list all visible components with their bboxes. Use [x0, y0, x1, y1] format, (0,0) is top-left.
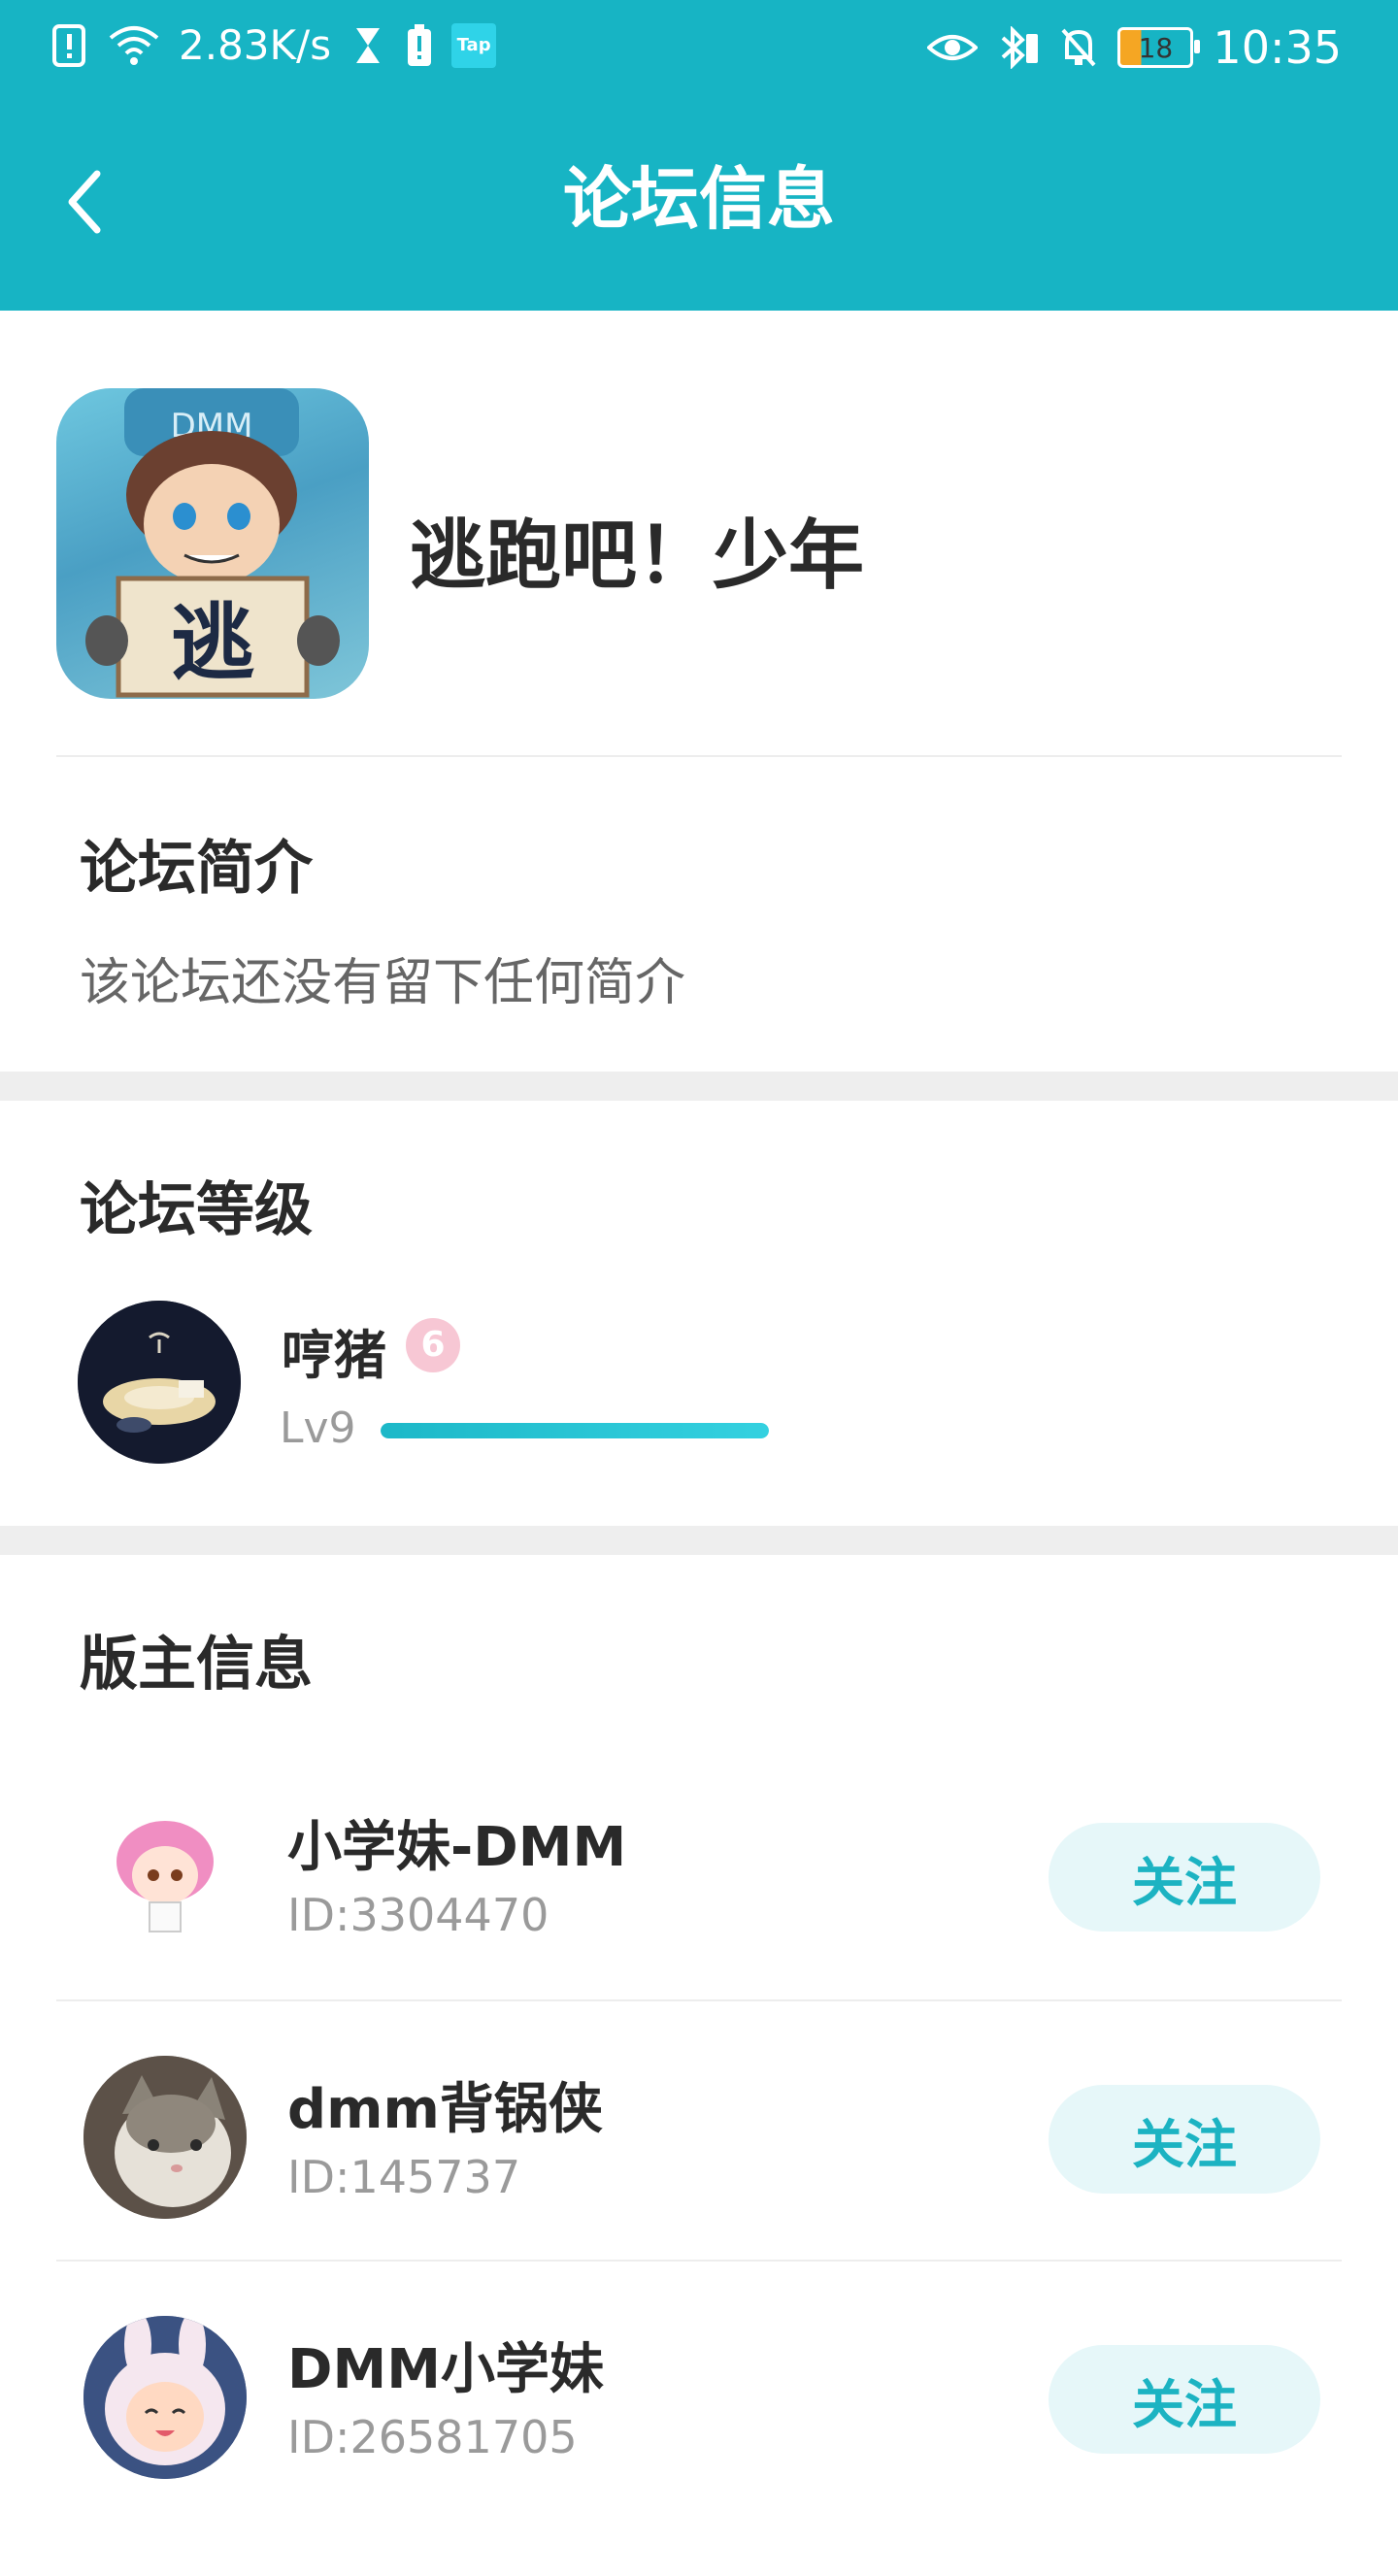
intro-section-title: 论坛简介: [80, 835, 313, 903]
section-separator: [0, 1072, 1398, 1101]
divider: [56, 2260, 1342, 2262]
clock: 10:35: [1213, 21, 1342, 74]
page-title: 论坛信息: [563, 159, 835, 239]
level-name: 哼猪: [282, 1325, 386, 1386]
moderator-row: DMM小学妹 ID:26581705 关注: [0, 2316, 1398, 2576]
moderator-name: dmm背锅侠: [287, 2078, 603, 2141]
follow-button[interactable]: 关注: [1048, 1823, 1320, 1932]
battery-alert-icon: [405, 23, 434, 67]
level-avatar[interactable]: [78, 1301, 241, 1464]
hourglass-icon: [349, 24, 387, 67]
forum-game-icon[interactable]: DMM 逃: [56, 388, 369, 699]
level-badge-icon: 6: [406, 1318, 460, 1372]
moderator-name: 小学妹-DMM: [287, 1816, 627, 1879]
intro-text: 该论坛还没有留下任何简介: [80, 954, 686, 1012]
divider: [56, 755, 1342, 757]
svg-text:逃: 逃: [171, 595, 254, 692]
eye-icon: [926, 26, 980, 69]
divider: [56, 1999, 1342, 2001]
moderator-avatar[interactable]: [83, 2316, 247, 2479]
taptap-icon: Tap: [451, 22, 497, 68]
mute-icon: [1059, 26, 1098, 69]
forum-header: DMM 逃 逃跑吧！少年: [56, 388, 1342, 757]
moderator-name: DMM小学妹: [287, 2338, 604, 2401]
network-speed: 2.83K/s: [179, 21, 332, 69]
moderators-section-title: 版主信息: [80, 1631, 313, 1699]
follow-button[interactable]: 关注: [1048, 2085, 1320, 2194]
moderator-id: ID:26581705: [287, 2411, 578, 2463]
wifi-icon: [107, 24, 161, 67]
forum-name: 逃跑吧！少年: [410, 512, 865, 600]
battery-icon: 18: [1117, 27, 1201, 68]
moderator-row: dmm背锅侠 ID:145737 关注: [0, 2056, 1398, 2316]
moderator-row: 小学妹-DMM ID:3304470 关注: [0, 1794, 1398, 2054]
level-section-title: 论坛等级: [80, 1176, 313, 1244]
level-progress-fill: [381, 1423, 769, 1438]
moderator-avatar[interactable]: [83, 2056, 247, 2219]
follow-button[interactable]: 关注: [1048, 2345, 1320, 2454]
level-progress-bar: [381, 1423, 769, 1438]
moderator-avatar[interactable]: [83, 1794, 247, 1957]
app-header: 2.83K/s Tap 18 10:35 论坛信息: [0, 0, 1398, 311]
moderator-id: ID:145737: [287, 2151, 521, 2203]
section-separator: [0, 1526, 1398, 1555]
sim-alert-icon: [50, 23, 89, 67]
bluetooth-icon: [997, 25, 1040, 70]
moderator-id: ID:3304470: [287, 1889, 549, 1941]
status-bar: 2.83K/s Tap 18 10:35: [0, 0, 1398, 97]
level-label: Lv9: [280, 1404, 356, 1453]
